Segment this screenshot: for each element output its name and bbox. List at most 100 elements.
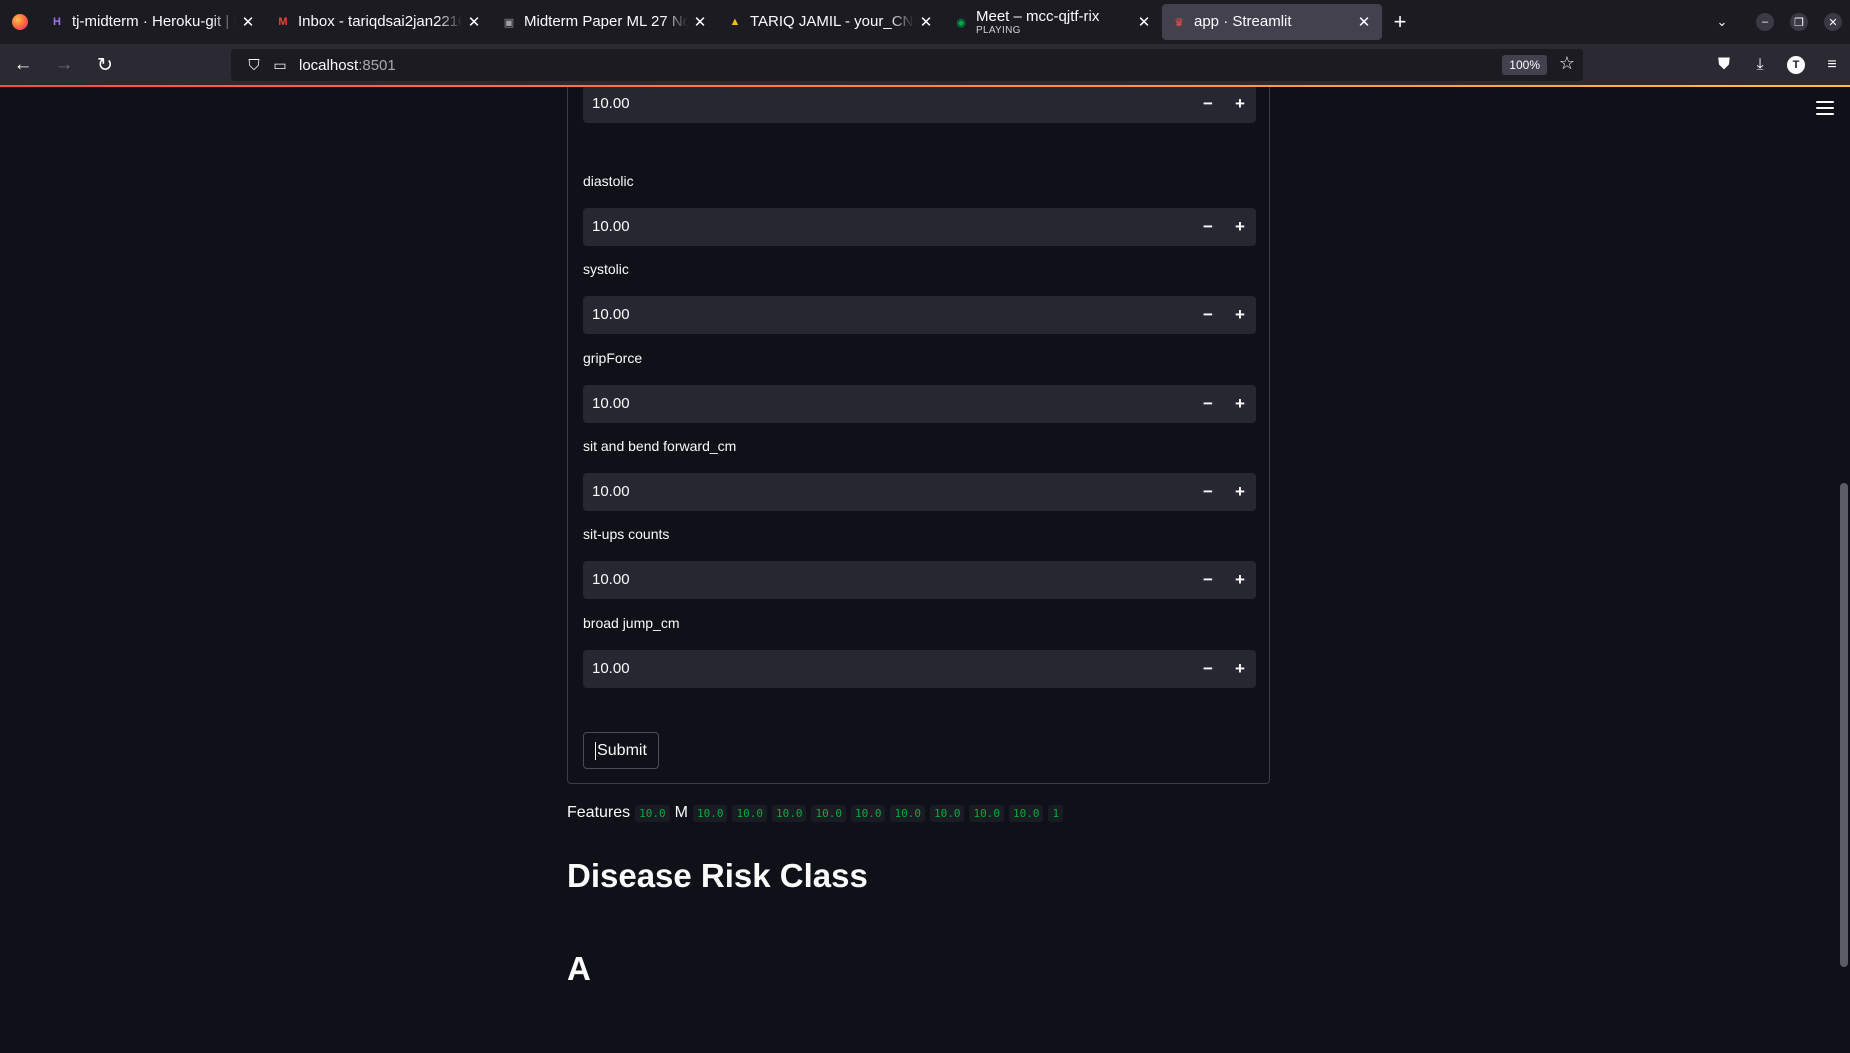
tab-title: app · Streamlit bbox=[1194, 4, 1352, 40]
tab-favicon-icon: ◉ bbox=[956, 16, 966, 29]
tab-favicon-icon: ▲ bbox=[729, 16, 741, 28]
increment-button[interactable]: + bbox=[1224, 87, 1256, 123]
feature-value: 10.0 bbox=[1008, 804, 1044, 822]
bookmark-star-icon[interactable]: ☆ bbox=[1559, 53, 1575, 74]
decrement-button[interactable]: − bbox=[1192, 385, 1224, 423]
field-label: broad jump_cm bbox=[583, 614, 680, 631]
number-value: 10.00 bbox=[592, 394, 630, 412]
field-label: sit and bend forward_cm bbox=[583, 437, 737, 454]
feature-value: 10.0 bbox=[771, 804, 807, 822]
close-tab-icon[interactable]: ✕ bbox=[1136, 13, 1152, 31]
number-input[interactable]: 10.00 − + bbox=[583, 649, 1256, 688]
decrement-button[interactable]: − bbox=[1192, 561, 1224, 599]
close-tab-icon[interactable]: ✕ bbox=[240, 13, 256, 31]
field-label: gripForce bbox=[583, 349, 643, 366]
app-menu-icon[interactable]: ≡ bbox=[1814, 56, 1850, 74]
shield-icon[interactable]: ⛉ bbox=[239, 57, 269, 74]
number-input[interactable]: 10.00 − + bbox=[583, 208, 1256, 246]
new-tab-button[interactable]: + bbox=[1382, 4, 1418, 40]
close-tab-icon[interactable]: ✕ bbox=[918, 13, 934, 31]
tab-favicon-icon: ▣ bbox=[503, 16, 515, 29]
field-label: diastolic bbox=[583, 173, 634, 189]
number-input[interactable]: 10.00 − + bbox=[583, 561, 1256, 600]
tab-title-text: tj-midterm · Heroku-git | Heroku bbox=[72, 13, 236, 30]
account-icon[interactable]: T bbox=[1778, 56, 1814, 74]
number-field: systolic 10.00 − + bbox=[583, 261, 1256, 335]
number-input[interactable]: 10.00 − + bbox=[583, 472, 1256, 511]
tab-bar: Htj-midterm · Heroku-git | Heroku✕MInbox… bbox=[0, 0, 1850, 44]
browser-tab[interactable]: ▣ Midterm Paper ML 27 Nov ✕ bbox=[492, 4, 718, 40]
feature-value: 10.0 bbox=[811, 804, 846, 822]
result-heading: Disease Risk Class bbox=[567, 857, 868, 894]
browser-tab[interactable]: ▲ TARIQ JAMIL - your_CNIC ✕ bbox=[718, 4, 944, 40]
increment-button[interactable]: + bbox=[1224, 561, 1256, 599]
number-input[interactable]: 10.00 − + bbox=[583, 296, 1256, 335]
navigation-bar: ← → ↻ ⛉ ▭ localhost:8501 100% ☆ ⛊ ⤓ T ≡ bbox=[0, 44, 1850, 86]
decrement-button[interactable]: − bbox=[1192, 473, 1224, 511]
feature-value: 10.0 bbox=[692, 804, 728, 822]
list-all-tabs-icon[interactable]: ⌄ bbox=[1696, 0, 1748, 44]
zoom-level[interactable]: 100% bbox=[1502, 55, 1547, 75]
increment-button[interactable]: + bbox=[1224, 650, 1256, 688]
increment-button[interactable]: + bbox=[1224, 473, 1256, 511]
browser-tab[interactable]: ♛ app · Streamlit ✕ bbox=[1162, 4, 1382, 40]
submit-button[interactable]: Submit bbox=[583, 732, 659, 769]
number-field: sit-ups counts 10.00 − + bbox=[583, 526, 1256, 600]
increment-button[interactable]: + bbox=[1224, 208, 1256, 246]
page-scrollbar[interactable] bbox=[1840, 483, 1848, 967]
firefox-icon[interactable] bbox=[0, 0, 40, 44]
number-field: gripForce 10.00 − + bbox=[583, 350, 1256, 423]
close-tab-icon[interactable]: ✕ bbox=[692, 13, 708, 31]
feature-value: 10.0 bbox=[929, 804, 965, 822]
decrement-button[interactable]: − bbox=[1192, 87, 1224, 123]
forward-icon[interactable]: → bbox=[46, 49, 82, 81]
restore-window-icon[interactable]: ❐ bbox=[1782, 0, 1816, 44]
close-window-icon[interactable]: ✕ bbox=[1816, 0, 1850, 44]
url-bar[interactable]: ⛉ ▭ localhost:8501 100% ☆ bbox=[231, 49, 1583, 81]
browser-tab[interactable]: M Inbox - tariqdsai2jan2210 ✕ bbox=[266, 4, 492, 40]
result-value: A bbox=[567, 950, 591, 987]
tab-subtitle: PLAYING bbox=[976, 25, 1021, 36]
tab-title: tj-midterm · Heroku-git | Heroku bbox=[72, 4, 236, 40]
feature-value: 10.0 bbox=[732, 804, 767, 822]
page-info-icon[interactable]: ▭ bbox=[269, 57, 291, 74]
reload-icon[interactable]: ↻ bbox=[87, 49, 123, 81]
field-label: systolic bbox=[583, 261, 629, 278]
tab-favicon-icon: ♛ bbox=[1174, 16, 1184, 29]
number-value: 10.00 bbox=[592, 659, 630, 677]
decrement-button[interactable]: − bbox=[1192, 650, 1224, 688]
close-tab-icon[interactable]: ✕ bbox=[466, 13, 482, 31]
tab-favicon-icon: H bbox=[53, 16, 61, 28]
field-label: sit-ups counts bbox=[583, 526, 670, 543]
tab-title: TARIQ JAMIL - your_CNIC bbox=[750, 4, 914, 40]
number-value: 10.00 bbox=[592, 218, 630, 235]
tab-title-text: Midterm Paper ML 27 Nov bbox=[524, 13, 688, 30]
feature-value: 10.0 bbox=[890, 804, 925, 822]
number-input[interactable]: 10.00 − + bbox=[583, 87, 1256, 123]
back-icon[interactable]: ← bbox=[5, 49, 41, 81]
browser-tab[interactable]: ◉ Meet – mcc-qjtf-rix PLAYING ✕ bbox=[944, 4, 1162, 40]
number-field: 10.00 − + bbox=[583, 87, 1256, 123]
tab-title-text: Inbox - tariqdsai2jan2210 bbox=[298, 13, 462, 30]
minimize-window-icon[interactable]: – bbox=[1748, 0, 1782, 44]
streamlit-app: 10.00 − + diastolic 10.00− + systolic 10.00−… bbox=[0, 87, 1850, 1053]
increment-button[interactable]: + bbox=[1224, 385, 1256, 423]
tab-title: Midterm Paper ML 27 Nov bbox=[524, 4, 688, 40]
main-menu-icon[interactable] bbox=[1814, 99, 1836, 117]
increment-button[interactable]: + bbox=[1224, 296, 1256, 334]
tab-title: Inbox - tariqdsai2jan2210 bbox=[298, 4, 462, 40]
input-form: 10.00 − + diastolic 10.00− + systolic 10.00−… bbox=[567, 87, 1270, 784]
url-text[interactable]: localhost:8501 bbox=[299, 57, 396, 74]
downloads-icon[interactable]: ⤓ bbox=[1742, 56, 1778, 74]
number-field: broad jump_cm 10.00 − + bbox=[583, 615, 1256, 688]
close-tab-icon[interactable]: ✕ bbox=[1356, 13, 1372, 31]
pocket-icon[interactable]: ⛊ bbox=[1706, 56, 1742, 74]
number-value: 10.00 bbox=[592, 571, 630, 589]
number-value: 10.00 bbox=[592, 306, 630, 324]
decrement-button[interactable]: − bbox=[1192, 296, 1224, 334]
tab-title-text: app · Streamlit bbox=[1194, 13, 1292, 30]
decrement-button[interactable]: − bbox=[1192, 208, 1224, 246]
features-label: Features bbox=[567, 804, 631, 821]
number-input[interactable]: 10.00 − + bbox=[583, 384, 1256, 423]
browser-tab[interactable]: Htj-midterm · Heroku-git | Heroku✕ bbox=[40, 4, 266, 40]
